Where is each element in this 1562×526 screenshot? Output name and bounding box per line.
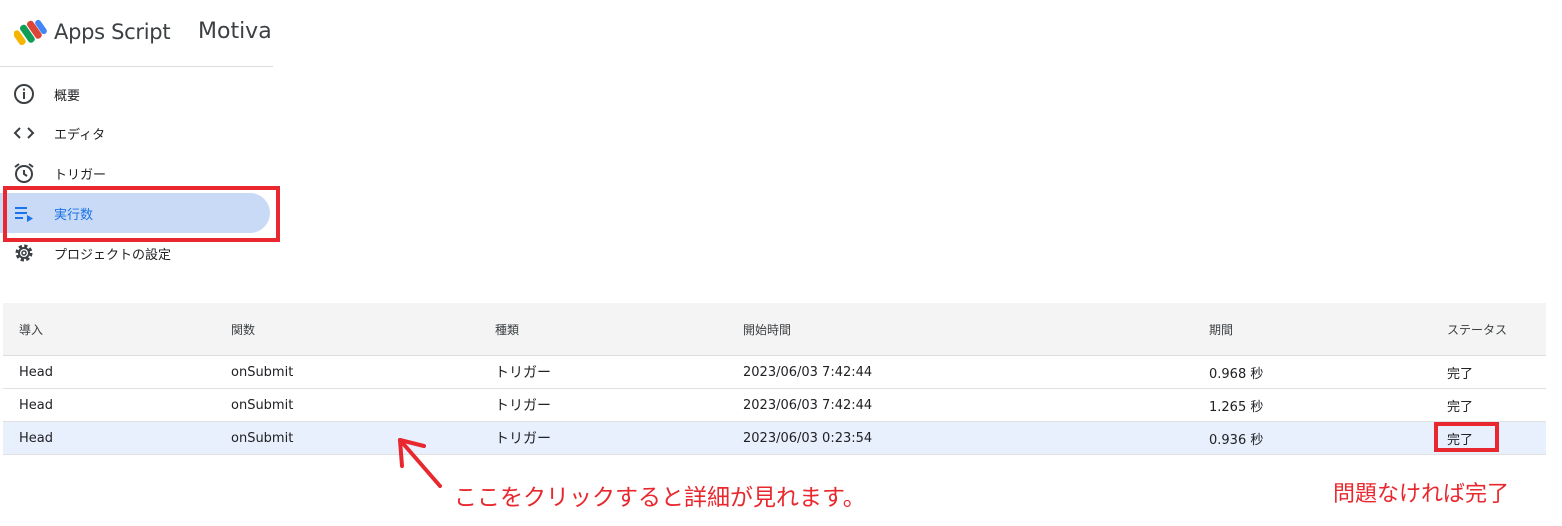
function-cell: onSubmit bbox=[231, 397, 294, 413]
table-header-row: 導入 関数 種類 開始時間 期間 ステータス bbox=[3, 303, 1546, 356]
status-cell: 完了 bbox=[1447, 366, 1474, 382]
sidebar-item-label: プロジェクトの設定 bbox=[54, 248, 172, 263]
duration-cell: 0.936 秒 bbox=[1209, 432, 1264, 448]
column-header-start-time[interactable]: 開始時間 bbox=[743, 303, 791, 355]
start-time-cell: 2023/06/03 7:42:44 bbox=[743, 397, 873, 413]
executions-table: 導入 関数 種類 開始時間 期間 ステータス Head onSubmit トリガ… bbox=[3, 303, 1546, 455]
table-row[interactable]: Head onSubmit トリガー 2023/06/03 7:42:44 0.… bbox=[3, 356, 1546, 389]
type-cell: トリガー bbox=[495, 398, 551, 414]
start-time-cell: 2023/06/03 0:23:54 bbox=[743, 430, 873, 446]
sidebar-item-label: 概要 bbox=[54, 89, 81, 104]
column-header-deployment[interactable]: 導入 bbox=[19, 303, 43, 355]
project-name[interactable]: Motiva bbox=[198, 19, 273, 44]
apps-script-logo-icon[interactable] bbox=[14, 18, 48, 48]
type-cell: トリガー bbox=[495, 365, 551, 381]
deployment-cell: Head bbox=[19, 397, 53, 413]
column-header-status[interactable]: ステータス bbox=[1447, 303, 1507, 355]
info-icon bbox=[14, 84, 34, 104]
table-row[interactable]: Head onSubmit トリガー 2023/06/03 7:42:44 1.… bbox=[3, 389, 1546, 422]
function-cell: onSubmit bbox=[231, 430, 294, 446]
gear-icon bbox=[15, 244, 33, 262]
status-complete-annotation: 問題なければ完了 bbox=[1333, 482, 1510, 507]
sidebar-item-label: エディタ bbox=[54, 128, 106, 143]
deployment-cell: Head bbox=[19, 364, 53, 380]
column-header-type[interactable]: 種類 bbox=[495, 303, 519, 355]
app-name: Apps Script bbox=[54, 20, 171, 44]
click-detail-annotation: ここをクリックすると詳細が見れます。 bbox=[454, 485, 866, 511]
executions-highlight-box bbox=[3, 186, 280, 242]
sidebar-item-overview[interactable]: 概要 bbox=[0, 74, 270, 114]
sidebar-item-label: トリガー bbox=[54, 168, 107, 183]
duration-cell: 1.265 秒 bbox=[1209, 399, 1264, 415]
alarm-clock-icon bbox=[14, 163, 34, 183]
annotation-arrow-icon bbox=[398, 438, 442, 488]
type-cell: トリガー bbox=[495, 431, 551, 447]
deployment-cell: Head bbox=[19, 430, 53, 446]
code-icon bbox=[13, 127, 35, 139]
status-cell: 完了 bbox=[1447, 399, 1474, 415]
column-header-duration[interactable]: 期間 bbox=[1209, 303, 1233, 355]
duration-cell: 0.968 秒 bbox=[1209, 366, 1264, 382]
start-time-cell: 2023/06/03 7:42:44 bbox=[743, 364, 873, 380]
table-row[interactable]: Head onSubmit トリガー 2023/06/03 0:23:54 0.… bbox=[3, 422, 1546, 455]
app-header: Apps Script Motiva bbox=[0, 0, 273, 67]
sidebar-item-editor[interactable]: エディタ bbox=[0, 113, 270, 153]
status-highlight-box bbox=[1434, 422, 1499, 452]
function-cell: onSubmit bbox=[231, 364, 294, 380]
column-header-function[interactable]: 関数 bbox=[231, 303, 255, 355]
